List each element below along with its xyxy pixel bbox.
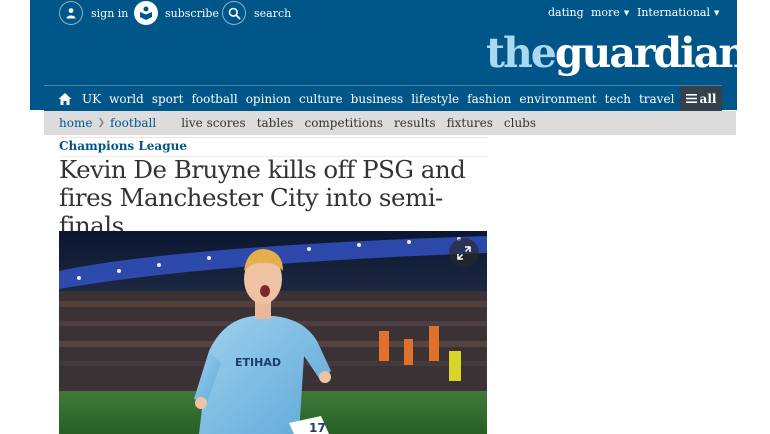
search-icon xyxy=(222,1,246,25)
subscribe-link[interactable]: subscribe xyxy=(134,0,219,26)
subscribe-icon xyxy=(134,1,158,25)
subnav-competitions[interactable]: competitions xyxy=(304,116,383,130)
all-label: all xyxy=(699,91,717,106)
subnav-tables[interactable]: tables xyxy=(257,116,294,130)
chevron-right-icon: ❯ xyxy=(97,118,105,128)
search-link[interactable]: search xyxy=(222,0,291,26)
user-icon xyxy=(59,1,83,25)
logo-guardian: guardian xyxy=(554,29,748,77)
guardian-logo[interactable]: theguardian xyxy=(486,28,748,78)
search-label: search xyxy=(254,6,292,20)
dating-link[interactable]: dating xyxy=(548,6,584,19)
expand-image-button[interactable] xyxy=(449,238,479,268)
main-nav: UK world sport football opinion culture … xyxy=(44,85,722,111)
sign-in-label: sign in xyxy=(91,6,129,20)
all-sections-button[interactable]: all xyxy=(680,86,722,111)
breadcrumb-football[interactable]: football xyxy=(110,116,156,130)
nav-item-sport[interactable]: sport xyxy=(152,92,184,106)
shirt-sponsor: ETIHAD xyxy=(235,356,281,369)
subnav-live-scores[interactable]: live scores xyxy=(181,116,245,130)
subnav-fixtures[interactable]: fixtures xyxy=(447,116,493,130)
sub-nav: home ❯ football live scores tables compe… xyxy=(44,111,736,135)
nav-item-culture[interactable]: culture xyxy=(299,92,343,106)
nav-item-travel[interactable]: travel xyxy=(639,92,674,106)
subnav-clubs[interactable]: clubs xyxy=(504,116,536,130)
nav-item-lifestyle[interactable]: lifestyle xyxy=(411,92,459,106)
nav-item-uk[interactable]: UK xyxy=(82,92,101,106)
home-icon[interactable] xyxy=(58,92,72,106)
sign-in-link[interactable]: sign in xyxy=(59,0,128,26)
more-label: more xyxy=(591,6,620,19)
nav-item-football[interactable]: football xyxy=(191,92,237,106)
article-headline: Kevin De Bruyne kills off PSG and fires … xyxy=(59,155,466,240)
caret-down-icon: ▼ xyxy=(713,8,720,17)
nav-item-tech[interactable]: tech xyxy=(605,92,631,106)
breadcrumb-home[interactable]: home xyxy=(59,116,92,130)
menu-icon xyxy=(685,94,697,103)
logo-the: the xyxy=(486,29,557,77)
photo-illustration: ETIHAD 17 xyxy=(59,231,487,434)
dating-label: dating xyxy=(548,6,584,19)
article-photo: ETIHAD 17 xyxy=(59,231,487,434)
more-menu[interactable]: more ▼ xyxy=(591,6,629,19)
subscribe-label: subscribe xyxy=(165,6,219,20)
expand-icon xyxy=(457,246,471,260)
divider xyxy=(59,137,488,138)
edition-menu[interactable]: International ▼ xyxy=(637,6,719,19)
shirt-number: 17 xyxy=(309,421,326,434)
nav-item-world[interactable]: world xyxy=(109,92,144,106)
edition-label: International xyxy=(637,6,710,19)
nav-item-business[interactable]: business xyxy=(351,92,404,106)
nav-item-opinion[interactable]: opinion xyxy=(246,92,291,106)
nav-item-environment[interactable]: environment xyxy=(519,92,596,106)
section-kicker[interactable]: Champions League xyxy=(59,139,187,153)
caret-down-icon: ▼ xyxy=(623,8,630,17)
subnav-results[interactable]: results xyxy=(394,116,436,130)
nav-item-fashion[interactable]: fashion xyxy=(467,92,511,106)
